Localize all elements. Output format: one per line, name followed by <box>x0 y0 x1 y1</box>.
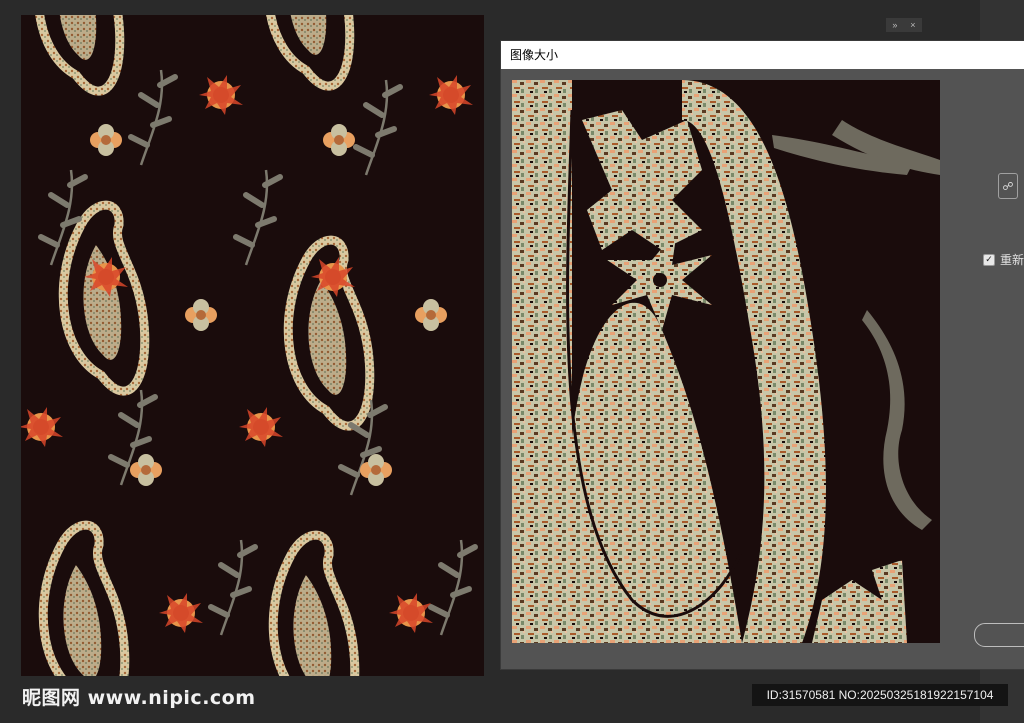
resample-checkbox-row[interactable]: ✓ 重新 <box>983 251 1024 268</box>
resample-checkbox[interactable]: ✓ <box>983 253 995 266</box>
confirm-button[interactable] <box>974 623 1024 647</box>
dialog-preview[interactable] <box>512 80 940 643</box>
site-watermark: 昵图网 www.nipic.com <box>22 687 256 709</box>
dialog-title: 图像大小 <box>501 41 1024 69</box>
panel-controls: » × <box>886 18 922 32</box>
artwork-image <box>21 15 484 676</box>
resample-label: 重新 <box>1000 253 1024 267</box>
preview-image <box>512 80 940 643</box>
collapse-panel-icon[interactable]: » <box>892 20 897 30</box>
close-panel-icon[interactable]: × <box>910 20 915 30</box>
chain-link-icon[interactable]: ☍ <box>998 173 1018 199</box>
id-watermark: ID:31570581 NO:20250325181922157104 <box>752 684 1008 706</box>
image-size-dialog: 图像大小 ☍ ✓ 重新 <box>500 40 1024 670</box>
paisley-pattern <box>21 15 484 676</box>
